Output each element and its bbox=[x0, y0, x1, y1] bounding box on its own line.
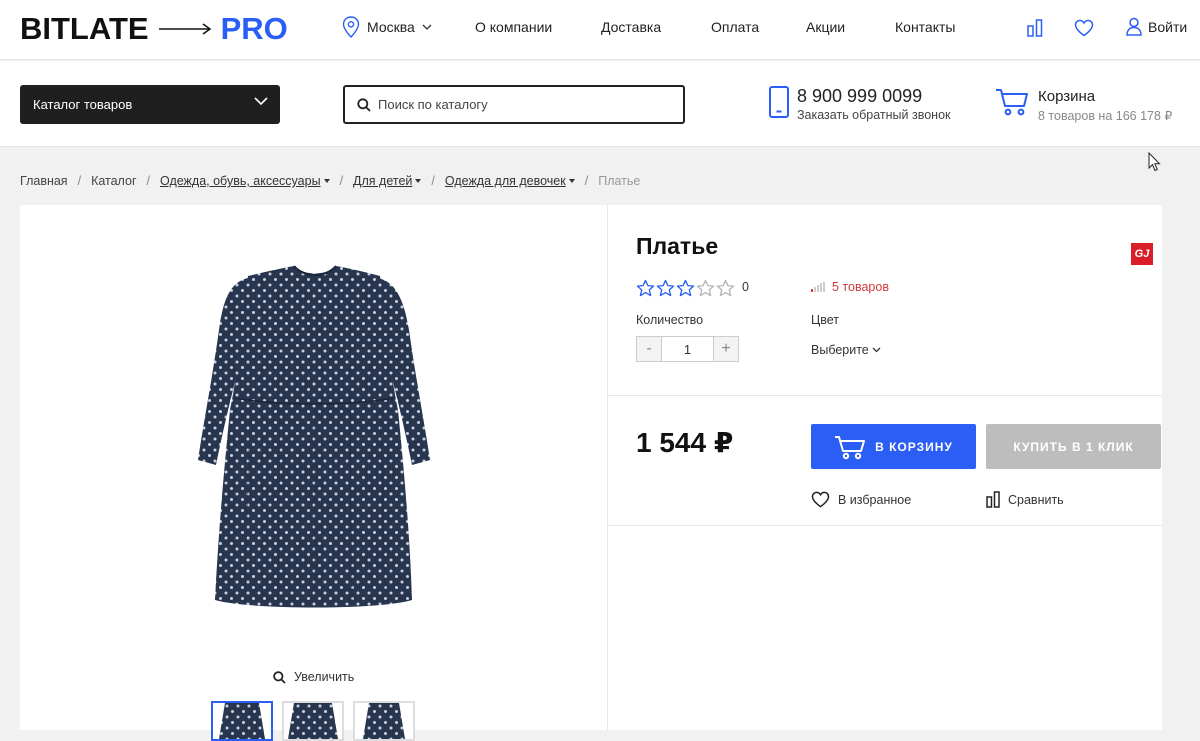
quantity-label: Количество bbox=[636, 313, 704, 327]
nav-payment[interactable]: Оплата bbox=[711, 19, 759, 35]
nav-about[interactable]: О компании bbox=[475, 19, 552, 35]
add-to-cart-button[interactable]: В КОРЗИНУ bbox=[811, 424, 976, 469]
caret-down-icon bbox=[415, 179, 422, 183]
catalog-button[interactable]: Каталог товаров bbox=[20, 85, 280, 124]
search-icon bbox=[273, 670, 286, 684]
location-pin-icon bbox=[342, 16, 360, 38]
rating-stars[interactable] bbox=[636, 279, 735, 297]
login-link[interactable]: Войти bbox=[1126, 17, 1187, 36]
star-filled-icon[interactable] bbox=[656, 279, 675, 297]
heart-icon[interactable] bbox=[1074, 19, 1094, 37]
phone-icon bbox=[769, 86, 789, 118]
cart-icon bbox=[835, 435, 866, 459]
search-box bbox=[343, 85, 685, 124]
sub-header: Каталог товаров 8 900 999 0099 Заказать … bbox=[0, 61, 1200, 147]
stock-level-icon bbox=[811, 282, 825, 292]
logo-pro-text: PRO bbox=[220, 11, 288, 46]
color-select-label: Выберите bbox=[811, 343, 869, 357]
caret-down-icon bbox=[323, 179, 330, 183]
rating-count: 0 bbox=[742, 280, 749, 294]
star-filled-icon[interactable] bbox=[676, 279, 695, 297]
breadcrumb-clothing-label: Одежда, обувь, аксессуары bbox=[160, 174, 321, 188]
search-input[interactable] bbox=[378, 97, 668, 112]
breadcrumb-home[interactable]: Главная bbox=[20, 174, 68, 188]
add-to-compare[interactable]: Сравнить bbox=[986, 491, 1064, 508]
breadcrumb-separator: / bbox=[431, 174, 435, 188]
breadcrumb-separator: / bbox=[339, 174, 344, 188]
thumbnail[interactable] bbox=[353, 701, 415, 741]
callback-link[interactable]: Заказать обратный звонок bbox=[797, 108, 951, 122]
mouse-cursor-icon bbox=[1148, 152, 1161, 172]
quantity-value[interactable]: 1 bbox=[662, 337, 713, 361]
quantity-decrease-button[interactable]: - bbox=[637, 337, 662, 361]
nav-promotions[interactable]: Акции bbox=[806, 19, 845, 35]
thumbnail-image bbox=[219, 703, 265, 739]
star-empty-icon[interactable] bbox=[696, 279, 715, 297]
user-icon bbox=[1126, 17, 1142, 36]
color-label: Цвет bbox=[811, 313, 840, 327]
stock-label: 5 товаров bbox=[832, 280, 889, 294]
login-label: Войти bbox=[1148, 18, 1188, 35]
breadcrumb-girls-label: Одежда для девочек bbox=[444, 174, 566, 188]
star-empty-icon[interactable] bbox=[716, 279, 735, 297]
compare-icon[interactable] bbox=[1027, 18, 1043, 38]
catalog-button-label: Каталог товаров bbox=[33, 97, 133, 112]
breadcrumb: Главная / Каталог / Одежда, обувь, аксес… bbox=[20, 174, 640, 188]
top-bar: BITLATE PRO Москва О компании Доставка О… bbox=[0, 0, 1200, 60]
thumbnail-image bbox=[288, 703, 338, 739]
thumbnail[interactable] bbox=[211, 701, 273, 741]
city-label: Москва bbox=[367, 19, 415, 35]
buy-one-click-button[interactable]: КУПИТЬ В 1 КЛИК bbox=[986, 424, 1161, 469]
phone-block: 8 900 999 0099 Заказать обратный звонок bbox=[768, 85, 951, 122]
breadcrumb-kids-label: Для детей bbox=[353, 174, 413, 188]
breadcrumb-separator: / bbox=[146, 174, 150, 188]
city-selector[interactable]: Москва bbox=[342, 16, 432, 38]
breadcrumb-catalog[interactable]: Каталог bbox=[91, 174, 136, 188]
favorite-label: В избранное bbox=[838, 492, 912, 507]
breadcrumb-clothing[interactable]: Одежда, обувь, аксессуары bbox=[160, 174, 330, 188]
brand-logo[interactable]: GJ bbox=[1131, 243, 1153, 265]
quantity-stepper: - 1 + bbox=[636, 336, 739, 362]
nav-delivery[interactable]: Доставка bbox=[601, 19, 661, 35]
divider bbox=[607, 525, 1162, 526]
product-price: 1 544 ₽ bbox=[636, 427, 734, 458]
product-image[interactable] bbox=[190, 260, 440, 620]
chevron-down-icon bbox=[422, 24, 432, 30]
thumbnail-image bbox=[363, 703, 405, 739]
logo-arrow-icon bbox=[158, 23, 211, 35]
color-select[interactable]: Выберите bbox=[811, 343, 881, 357]
divider bbox=[607, 395, 1162, 396]
search-icon[interactable] bbox=[357, 97, 371, 112]
nav-contacts[interactable]: Контакты bbox=[895, 19, 955, 35]
breadcrumb-current: Платье bbox=[598, 174, 641, 188]
caret-down-icon bbox=[568, 179, 575, 183]
zoom-button[interactable]: Увеличить bbox=[273, 670, 354, 684]
breadcrumb-girls[interactable]: Одежда для девочек bbox=[445, 174, 575, 188]
product-gallery bbox=[20, 205, 607, 730]
heart-icon bbox=[811, 491, 830, 508]
product-title: Платье bbox=[636, 233, 719, 259]
breadcrumb-separator: / bbox=[77, 174, 82, 188]
breadcrumb-separator: / bbox=[584, 174, 589, 188]
quantity-increase-button[interactable]: + bbox=[713, 337, 738, 361]
compare-icon bbox=[986, 491, 1000, 508]
cart-summary: 8 товаров на 166 178 ₽ bbox=[1038, 109, 1173, 123]
phone-number[interactable]: 8 900 999 0099 bbox=[797, 86, 922, 107]
thumbnail[interactable] bbox=[282, 701, 344, 741]
stock-status: 5 товаров bbox=[811, 280, 889, 294]
cart-block[interactable]: Корзина 8 товаров на 166 178 ₽ bbox=[995, 85, 1172, 123]
add-to-cart-label: В КОРЗИНУ bbox=[875, 439, 953, 454]
logo-text: BITLATE bbox=[20, 11, 149, 46]
compare-label: Сравнить bbox=[1008, 492, 1064, 507]
zoom-label: Увеличить bbox=[294, 670, 355, 684]
chevron-down-icon bbox=[872, 347, 881, 353]
logo[interactable]: BITLATE PRO bbox=[20, 11, 288, 46]
breadcrumb-kids[interactable]: Для детей bbox=[353, 174, 422, 188]
chevron-down-icon bbox=[254, 97, 268, 106]
cart-icon bbox=[996, 89, 1028, 116]
cart-title: Корзина bbox=[1038, 88, 1096, 105]
star-filled-icon[interactable] bbox=[636, 279, 655, 297]
add-to-favorites[interactable]: В избранное bbox=[811, 491, 911, 508]
